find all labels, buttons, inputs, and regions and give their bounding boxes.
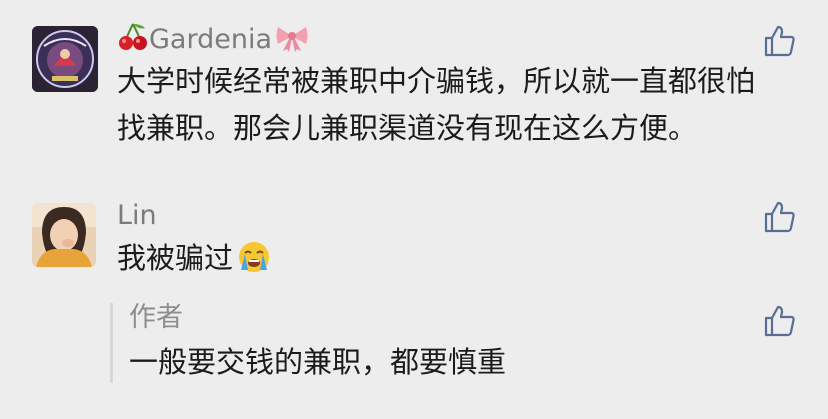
like-button[interactable]: [763, 200, 797, 234]
comment-text-line: 大学时候经常被兼职中介骗钱，所以就一直都很怕: [117, 64, 756, 98]
thumbs-up-icon: [764, 201, 795, 233]
commenter-name[interactable]: Gardenia: [117, 22, 310, 57]
reply-author-label: 作者: [129, 302, 183, 333]
thumbs-up-icon: [764, 25, 795, 57]
cherry-emoji-icon: [117, 22, 149, 52]
reply-quote-bar: [110, 303, 113, 383]
avatar-image: [32, 26, 98, 92]
commenter-name[interactable]: Lin: [117, 199, 157, 233]
comment-text-label: 我被骗过: [117, 241, 234, 275]
avatar[interactable]: [32, 26, 98, 92]
comment-text-line: 找兼职。那会儿兼职渠道没有现在这么方便。: [117, 111, 698, 145]
like-button[interactable]: [763, 304, 797, 338]
thumbs-up-icon: [764, 305, 795, 337]
avatar-image: [32, 203, 96, 267]
comment-text: 大学时候经常被兼职中介骗钱，所以就一直都很怕 找兼职。那会儿兼职渠道没有现在这么…: [117, 58, 755, 152]
ribbon-emoji-icon: [274, 22, 310, 52]
reply-text: 一般要交钱的兼职，都要慎重: [129, 345, 507, 379]
crying-face-emoji-icon: [236, 238, 272, 274]
comment-lin: Lin 我被骗过: [0, 190, 828, 419]
commenter-name-label: Gardenia: [149, 24, 273, 55]
comment-text: 我被骗过: [117, 235, 272, 282]
comment-gardenia: Gardenia 大学时候经常被兼职中介骗钱，所以就一直都很怕 找兼职。那会儿兼…: [0, 0, 828, 190]
like-button[interactable]: [763, 24, 797, 58]
avatar[interactable]: [32, 203, 96, 267]
